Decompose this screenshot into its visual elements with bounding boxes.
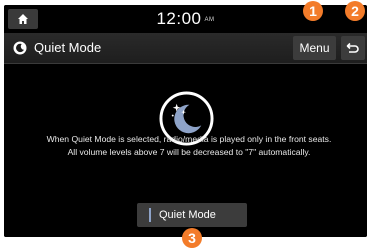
quiet-mode-toggle-label: Quiet Mode [159,209,216,221]
back-button[interactable] [341,36,365,60]
description-line-2: All volume levels above 7 will be decrea… [67,147,311,157]
page-title: Quiet Mode [34,40,102,55]
callout-3: 3 [182,228,202,248]
quiet-mode-toggle-button[interactable]: Quiet Mode [137,203,247,227]
toggle-indicator [149,208,151,222]
menu-button[interactable]: Menu [293,36,336,60]
header-bar: Quiet Mode Menu [4,33,367,64]
clock-ampm: AM [204,16,215,23]
clock-time: 12:00 [156,9,202,28]
description-line-1: When Quiet Mode is selected, radio/media… [46,134,332,144]
callout-2: 2 [345,1,365,21]
back-arrow-icon [346,42,359,53]
quiet-mode-icon [13,41,27,55]
callout-1: 1 [303,1,323,21]
description-text: When Quiet Mode is selected, radio/media… [0,133,378,159]
